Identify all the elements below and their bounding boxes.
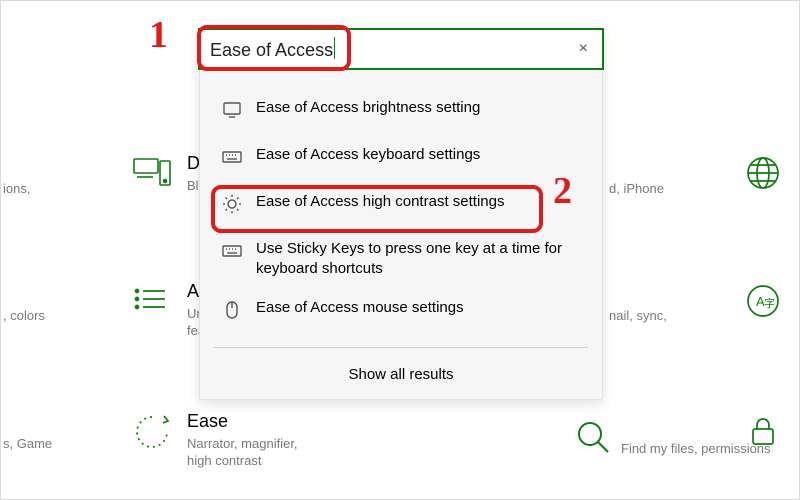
result-label: Ease of Access brightness setting	[256, 98, 480, 118]
results-divider	[214, 347, 588, 348]
apps-icon	[131, 281, 173, 328]
search-category-icon	[573, 417, 613, 462]
search-result-mouse[interactable]: Ease of Access mouse settings	[214, 288, 588, 335]
monitor-icon	[222, 100, 242, 125]
result-label: Ease of Access keyboard settings	[256, 145, 480, 165]
sun-icon	[222, 194, 242, 219]
frag-text: d, iPhone	[609, 181, 664, 196]
devices-icon	[131, 153, 173, 200]
lock-icon	[743, 411, 783, 456]
keyboard-icon	[222, 147, 242, 172]
search-result-brightness[interactable]: Ease of Access brightness setting	[214, 88, 588, 135]
search-box[interactable]: Ease of Access ×	[198, 28, 604, 70]
frag-text: , colors	[3, 308, 45, 323]
mouse-icon	[222, 300, 242, 325]
result-label: Use Sticky Keys to press one key at a ti…	[256, 239, 580, 278]
result-label: Ease of Access mouse settings	[256, 298, 464, 318]
search-result-sticky-keys[interactable]: Use Sticky Keys to press one key at a ti…	[214, 229, 588, 288]
category-ease-of-access[interactable]: Ease Narrator, magnifier, high contrast	[131, 411, 317, 470]
search-results: Ease of Access brightness setting Ease o…	[200, 70, 602, 341]
frag-text: s, Game	[3, 436, 52, 451]
keyboard-icon	[222, 241, 242, 266]
search-result-keyboard[interactable]: Ease of Access keyboard settings	[214, 135, 588, 182]
result-label: Ease of Access high contrast settings	[256, 192, 504, 212]
search-result-high-contrast[interactable]: Ease of Access high contrast settings	[214, 182, 588, 229]
globe-icon	[743, 153, 783, 198]
ease-of-access-icon	[131, 411, 173, 458]
show-all-results[interactable]: Show all results	[200, 354, 602, 399]
frag-text: ions,	[3, 181, 30, 196]
category-title: Ease	[187, 411, 229, 432]
category-subtitle: Narrator, magnifier, high contrast	[187, 436, 317, 470]
text-caret	[334, 37, 335, 59]
svg-text:字: 字	[764, 296, 775, 310]
language-icon: A 字	[743, 281, 783, 326]
frag-text: nail, sync,	[609, 308, 667, 323]
clear-search-button[interactable]: ×	[575, 38, 592, 60]
search-input[interactable]: Ease of Access	[210, 37, 575, 61]
search-panel: Ease of Access × Ease of Access brightne…	[199, 29, 603, 400]
